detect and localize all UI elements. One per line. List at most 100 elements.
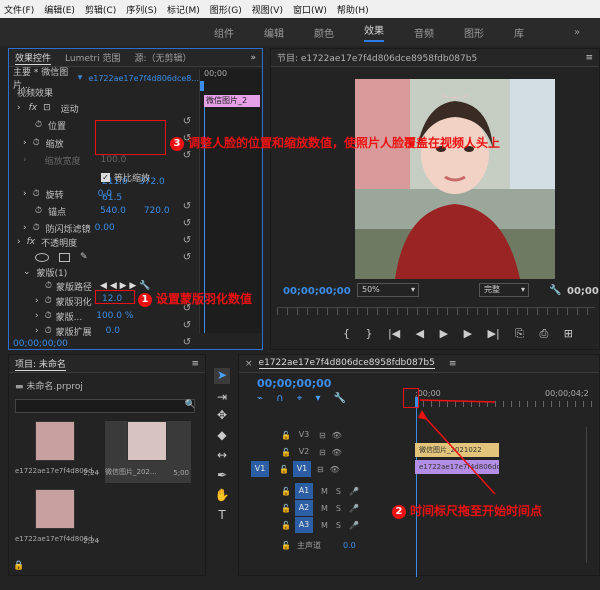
menu-item[interactable]: 剪辑(C) <box>85 3 116 16</box>
menu-item[interactable]: 视图(V) <box>252 3 283 16</box>
rotation-value[interactable]: 0.0 <box>98 189 112 199</box>
stopwatch-icon[interactable]: ⏱ <box>35 120 42 130</box>
tab-audio[interactable]: 音频 <box>414 25 434 40</box>
close-icon[interactable]: × <box>245 359 253 369</box>
search-icon[interactable]: 🔍 <box>185 400 196 410</box>
tab-lumetri-scopes[interactable]: Lumetri 范围 <box>65 51 120 64</box>
project-item[interactable]: e1722ae17e7f4d806d... 2;24 <box>15 489 101 551</box>
sequence-name[interactable]: e1722ae17e7f4d806dce8... <box>88 74 199 83</box>
menu-item[interactable]: 窗口(W) <box>293 3 327 16</box>
timeline-tools[interactable]: ⌁ ∩ ⌖ ▾ 🔧 <box>257 393 346 404</box>
menu-item[interactable]: 序列(S) <box>126 3 157 16</box>
quality-select[interactable]: 完整 ▾ <box>479 283 529 297</box>
menu-item[interactable]: 标记(M) <box>167 3 200 16</box>
program-timecode[interactable]: 00;00;00;00 <box>283 286 351 297</box>
transport-controls[interactable]: { } |◀ ◀ ▶ ▶ ▶| ⎘ ⎙ ⊞ <box>343 327 600 341</box>
timeline-scrollbar[interactable] <box>586 427 594 563</box>
more-workspaces-button[interactable]: » <box>574 27 580 38</box>
stopwatch-icon[interactable]: ⏱ <box>45 326 52 336</box>
stopwatch-icon[interactable]: ⏱ <box>33 189 40 199</box>
program-scrubber[interactable] <box>277 307 595 315</box>
eye-icon: 👁 <box>331 430 342 440</box>
program-monitor: 节目: e1722ae17e7f4d806dce8958fdb087b5 ≡ 0… <box>270 48 600 350</box>
callout-1: 1 设置蒙版羽化数值 <box>138 290 252 307</box>
stopwatch-icon[interactable]: ⏱ <box>45 296 52 306</box>
position-scale-highlight <box>95 120 166 155</box>
clip-thumbnail <box>35 421 75 461</box>
menu-item[interactable]: 文件(F) <box>4 3 34 16</box>
lock-icon[interactable]: 🔒 <box>13 561 24 571</box>
project-title[interactable]: 项目: 未命名 <box>15 357 66 371</box>
rectangle-mask-icon[interactable] <box>59 252 70 262</box>
tab-source[interactable]: 源:（无剪辑） <box>134 51 191 64</box>
stopwatch-icon[interactable]: ⏱ <box>45 311 52 321</box>
menu-icon[interactable]: ≡ <box>585 53 593 63</box>
tab-editing[interactable]: 编辑 <box>264 25 284 40</box>
callout-2: 2 时间标尺拖至开始时间点 <box>392 502 542 519</box>
menu-item[interactable]: 图形(G) <box>210 3 242 16</box>
pen-mask-icon[interactable]: ✎ <box>80 252 88 262</box>
hand-tool-icon[interactable]: ✋ <box>214 488 230 502</box>
dropdown-icon[interactable]: ▾ <box>78 73 83 83</box>
motion-row[interactable]: › fx ⊡ 运动 <box>17 101 79 115</box>
ripple-edit-tool-icon[interactable]: ✥ <box>214 408 230 422</box>
zoom-select[interactable]: 50% ▾ <box>357 283 419 297</box>
search-input[interactable]: 🔍 <box>15 399 196 413</box>
anchor-x-value[interactable]: 540.0 <box>100 206 126 216</box>
type-tool-icon[interactable]: T <box>214 508 230 522</box>
slip-tool-icon[interactable]: ↔ <box>214 448 230 462</box>
timeline-timecode[interactable]: 00;00;00;00 <box>257 377 331 390</box>
lock-icon: 🔓 <box>281 430 291 440</box>
menu-icon[interactable]: ≡ <box>191 359 199 369</box>
opacity-label: 不透明度 <box>41 238 78 249</box>
playhead[interactable] <box>200 81 204 91</box>
lock-icon: 🔓 <box>281 447 291 457</box>
tab-graphics[interactable]: 图形 <box>464 25 484 40</box>
stopwatch-icon[interactable]: ⏱ <box>35 206 42 216</box>
track-select-tool-icon[interactable]: ⇥ <box>214 390 230 404</box>
timeline-header: × e1722ae17e7f4d806dce8958fdb087b5 ≡ <box>239 355 599 373</box>
menu-icon[interactable]: ≡ <box>449 359 457 369</box>
timeline-title[interactable]: e1722ae17e7f4d806dce8958fdb087b5 <box>258 358 435 369</box>
mask-opacity-value[interactable]: 100.0 % <box>96 311 133 321</box>
menu-item[interactable]: 帮助(H) <box>337 3 369 16</box>
mask-row[interactable]: ⌄ 蒙版(1) <box>23 265 67 279</box>
ellipse-mask-icon[interactable] <box>35 252 49 262</box>
anchor-y-value[interactable]: 720.0 <box>144 206 170 216</box>
flicker-value[interactable]: 0.00 <box>95 223 115 233</box>
sync-icon: ⊟ <box>318 447 326 457</box>
scale-width-label: 缩放宽度 <box>44 156 81 167</box>
track-v2: 🔓 V2 ⊟ 👁 <box>281 447 342 457</box>
menu-item[interactable]: 编辑(E) <box>44 3 75 16</box>
tab-libraries[interactable]: 库 <box>514 25 524 40</box>
panel-more-icon[interactable]: » <box>250 53 256 63</box>
project-item-selected[interactable]: 微信图片_202... 5;00 <box>105 421 191 483</box>
position-label: 位置 <box>48 121 67 132</box>
tools-panel: ➤ ⇥ ✥ ◆ ↔ ✒ ✋ T <box>210 360 234 576</box>
program-end-timecode: 00;00 <box>567 286 599 297</box>
mask-tools-row: ✎ <box>35 250 88 264</box>
project-item[interactable]: e1722ae17e7f4d806d... 2;24 <box>15 421 101 483</box>
effect-timecode[interactable]: 00;00;00;00 <box>13 339 68 349</box>
tab-effects[interactable]: 效果 <box>364 22 384 42</box>
expand-icon[interactable]: › <box>17 103 21 113</box>
item-duration: 2;24 <box>83 537 99 545</box>
settings-icon[interactable]: 🔧 <box>549 285 561 296</box>
selection-tool-icon[interactable]: ➤ <box>214 368 230 384</box>
tab-assembly[interactable]: 组件 <box>214 25 234 40</box>
tab-color[interactable]: 颜色 <box>314 25 334 40</box>
reset-icons-column[interactable]: ↺↺↺ ↺↺↺↺ ↺↺↺↺ <box>181 113 193 368</box>
rotation-label: 旋转 <box>45 190 64 201</box>
stopwatch-icon[interactable]: ⏱ <box>33 223 40 233</box>
razor-tool-icon[interactable]: ◆ <box>214 428 230 442</box>
stopwatch-icon[interactable]: ⏱ <box>45 281 52 291</box>
stopwatch-icon[interactable]: ⏱ <box>33 138 40 148</box>
opacity-row[interactable]: › fx 不透明度 <box>17 235 77 249</box>
uniform-scale-checkbox[interactable]: ✓ <box>101 172 110 182</box>
pen-tool-icon[interactable]: ✒ <box>214 468 230 482</box>
tab-effect-controls[interactable]: 效果控件 <box>15 51 52 65</box>
uniform-scale-row[interactable]: ✓ 等比缩放 <box>101 170 150 184</box>
scale-row: › ⏱ 缩放 <box>23 138 64 150</box>
mask-expand-value[interactable]: 0.0 <box>106 326 120 336</box>
mini-clip[interactable]: 微信图片_2 <box>204 95 260 107</box>
